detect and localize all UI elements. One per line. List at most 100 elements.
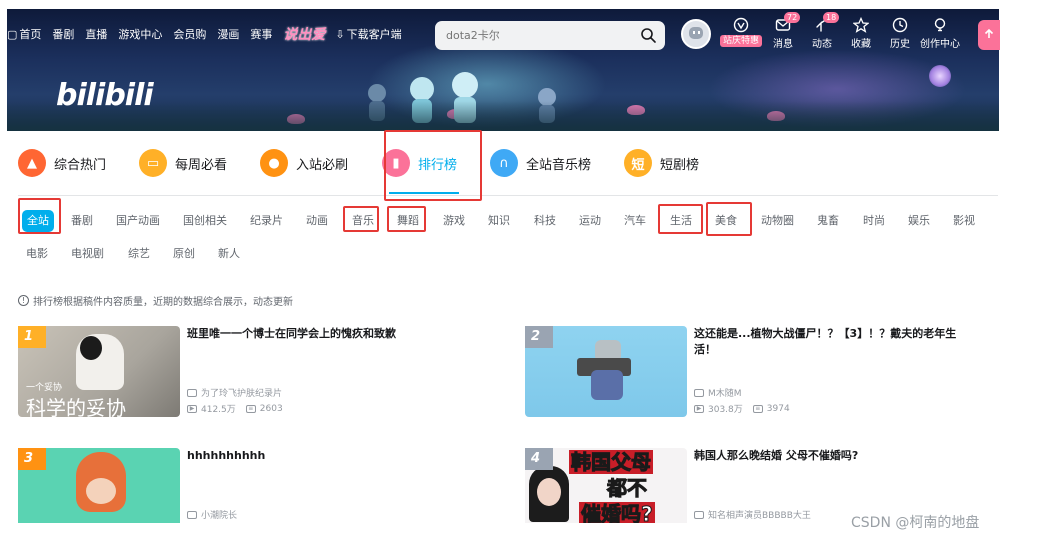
medal-icon: ● (260, 149, 288, 177)
channel-guochuang-anime[interactable]: 国产动画 (110, 208, 166, 234)
rank-card[interactable]: 一个妥协 科学的妥协 1 班里唯一一个博士在同学会上的愧疚和致歉 为了玲飞护肤纪… (18, 326, 478, 421)
nav-creator-center[interactable]: 创作中心 (920, 17, 960, 51)
video-title[interactable]: hhhhhhhhhh (187, 448, 457, 464)
up-icon (187, 388, 197, 397)
tab-hot[interactable]: ▲ 综合热门 (18, 148, 106, 178)
uploader[interactable]: 为了玲飞护肤纪录片 (187, 386, 282, 399)
rank-number: 1 (18, 326, 46, 348)
channel-newcomer[interactable]: 新人 (212, 241, 246, 267)
uploader[interactable]: 小潮院长 (187, 508, 237, 521)
nav-live[interactable]: 直播 (85, 26, 107, 42)
rank-number: 2 (525, 326, 553, 348)
rank-card[interactable]: 2 这还能是...植物大战僵尸！？【3】！？戴夫的老年生活！ M木随M ▶ 30… (525, 326, 985, 421)
channel-game[interactable]: 游戏 (437, 208, 471, 234)
channel-variety[interactable]: 综艺 (122, 241, 156, 267)
danmaku-icon: ≡ (245, 404, 256, 413)
channel-fashion[interactable]: 时尚 (857, 208, 891, 234)
nav-home[interactable]: ▢ 首页 (7, 26, 41, 42)
up-icon (694, 510, 704, 519)
channel-guochuang-related[interactable]: 国创相关 (177, 208, 233, 234)
video-title[interactable]: 这还能是...植物大战僵尸！？【3】！？戴夫的老年生活！ (694, 326, 964, 358)
thumb-figure-body (591, 370, 623, 400)
nav-game-center[interactable]: 游戏中心 (118, 26, 162, 42)
thumb-face (537, 478, 561, 506)
avatar-eye (693, 31, 695, 34)
channel-knowledge[interactable]: 知识 (482, 208, 516, 234)
nav-shop[interactable]: 会员购 (173, 26, 206, 42)
ranking-notice: ! 排行榜根据稿件内容质量，近期的数据综合展示，动态更新 (18, 293, 293, 308)
csdn-watermark: CSDN @柯南的地盘 (851, 515, 980, 531)
channel-entertainment[interactable]: 娱乐 (902, 208, 936, 234)
star-icon (853, 17, 869, 33)
info-icon: ! (18, 295, 29, 306)
play-count: 412.5万 (201, 405, 236, 415)
banner-moon (929, 65, 951, 87)
avatar-face (689, 27, 703, 39)
danmaku-count: 3974 (766, 403, 790, 414)
thumb-caption-3: 催婚吗? (579, 502, 655, 523)
channel-animals[interactable]: 动物圈 (755, 208, 800, 234)
upload-icon (984, 29, 994, 38)
avatar[interactable] (681, 19, 711, 49)
channel-bangumi[interactable]: 番剧 (65, 208, 99, 234)
up-icon (694, 388, 704, 397)
nav-creator-center-label: 创作中心 (920, 39, 960, 50)
search-icon[interactable] (640, 27, 657, 44)
upload-button[interactable] (978, 20, 1000, 50)
tab-music-chart[interactable]: ∩ 全站音乐榜 (490, 148, 591, 178)
thumb-caption: 韩国父母 (569, 450, 653, 475)
channel-music[interactable]: 音乐 (346, 208, 380, 234)
channel-tech[interactable]: 科技 (528, 208, 562, 234)
video-title[interactable]: 韩国人那么晚结婚 父母不催婚吗? (694, 448, 964, 464)
channel-film-tv[interactable]: 影视 (947, 208, 981, 234)
bilibili-logo[interactable]: bilibili (56, 78, 154, 113)
channel-car[interactable]: 汽车 (618, 208, 652, 234)
channel-tv-series[interactable]: 电视剧 (65, 241, 110, 267)
danmaku-count: 2603 (259, 403, 283, 414)
message-icon-wrap: 72 (775, 12, 801, 33)
channel-sports[interactable]: 运动 (573, 208, 607, 234)
channel-food[interactable]: 美食 (709, 208, 743, 234)
play-count: 303.8万 (708, 405, 743, 415)
rank-card[interactable]: 3 hhhhhhhhhh 小潮院长 (18, 448, 478, 541)
dynamic-icon-wrap: 18 (814, 12, 840, 33)
nav-favorites[interactable]: 收藏 (851, 17, 871, 51)
download-client-link[interactable]: ⇩ 下载客户端 (335, 26, 401, 42)
nav-anime[interactable]: 番剧 (52, 26, 74, 42)
nav-dynamic[interactable]: 18 动态 (812, 12, 840, 51)
channel-kichiku[interactable]: 鬼畜 (811, 208, 845, 234)
short-drama-icon: 短 (624, 149, 652, 177)
channel-dance[interactable]: 舞蹈 (391, 208, 425, 234)
channel-animation[interactable]: 动画 (300, 208, 334, 234)
dynamic-badge: 18 (823, 12, 840, 23)
rank-number: 3 (18, 448, 46, 470)
channel-life[interactable]: 生活 (664, 208, 698, 234)
active-tab-underline (389, 192, 459, 194)
event-link[interactable]: 说出爱 (283, 24, 325, 44)
thumb-head (80, 336, 102, 360)
calendar-icon: ▭ (139, 149, 167, 177)
fire-icon: ▲ (18, 149, 46, 177)
uploader[interactable]: M木随M (694, 386, 742, 399)
nav-vip[interactable]: 站庆特惠 (720, 17, 763, 51)
nav-manga[interactable]: 漫画 (217, 26, 239, 42)
tab-short-drama[interactable]: 短 短剧榜 (624, 148, 699, 178)
channel-movie[interactable]: 电影 (20, 241, 54, 267)
uploader[interactable]: 知名相声演员BBBBB大王 (694, 508, 811, 521)
nav-history[interactable]: 历史 (890, 17, 910, 51)
channel-documentary[interactable]: 纪录片 (244, 208, 289, 234)
tab-ranking[interactable]: ▮ 排行榜 (382, 148, 457, 178)
nav-esports[interactable]: 赛事 (250, 26, 272, 42)
search-box (435, 21, 665, 50)
tabs-divider (18, 195, 998, 196)
tab-must-watch[interactable]: ● 入站必刷 (260, 148, 348, 178)
video-title[interactable]: 班里唯一一个博士在同学会上的愧疚和致歉 (187, 326, 457, 342)
tab-weekly[interactable]: ▭ 每周必看 (139, 148, 227, 178)
channel-original[interactable]: 原创 (167, 241, 201, 267)
vip-icon (733, 17, 749, 33)
nav-history-label: 历史 (890, 39, 910, 50)
search-input[interactable] (446, 29, 631, 42)
tv-icon: ▢ (7, 27, 18, 41)
channel-all[interactable]: 全站 (22, 210, 54, 232)
nav-messages[interactable]: 72 消息 (773, 12, 801, 51)
